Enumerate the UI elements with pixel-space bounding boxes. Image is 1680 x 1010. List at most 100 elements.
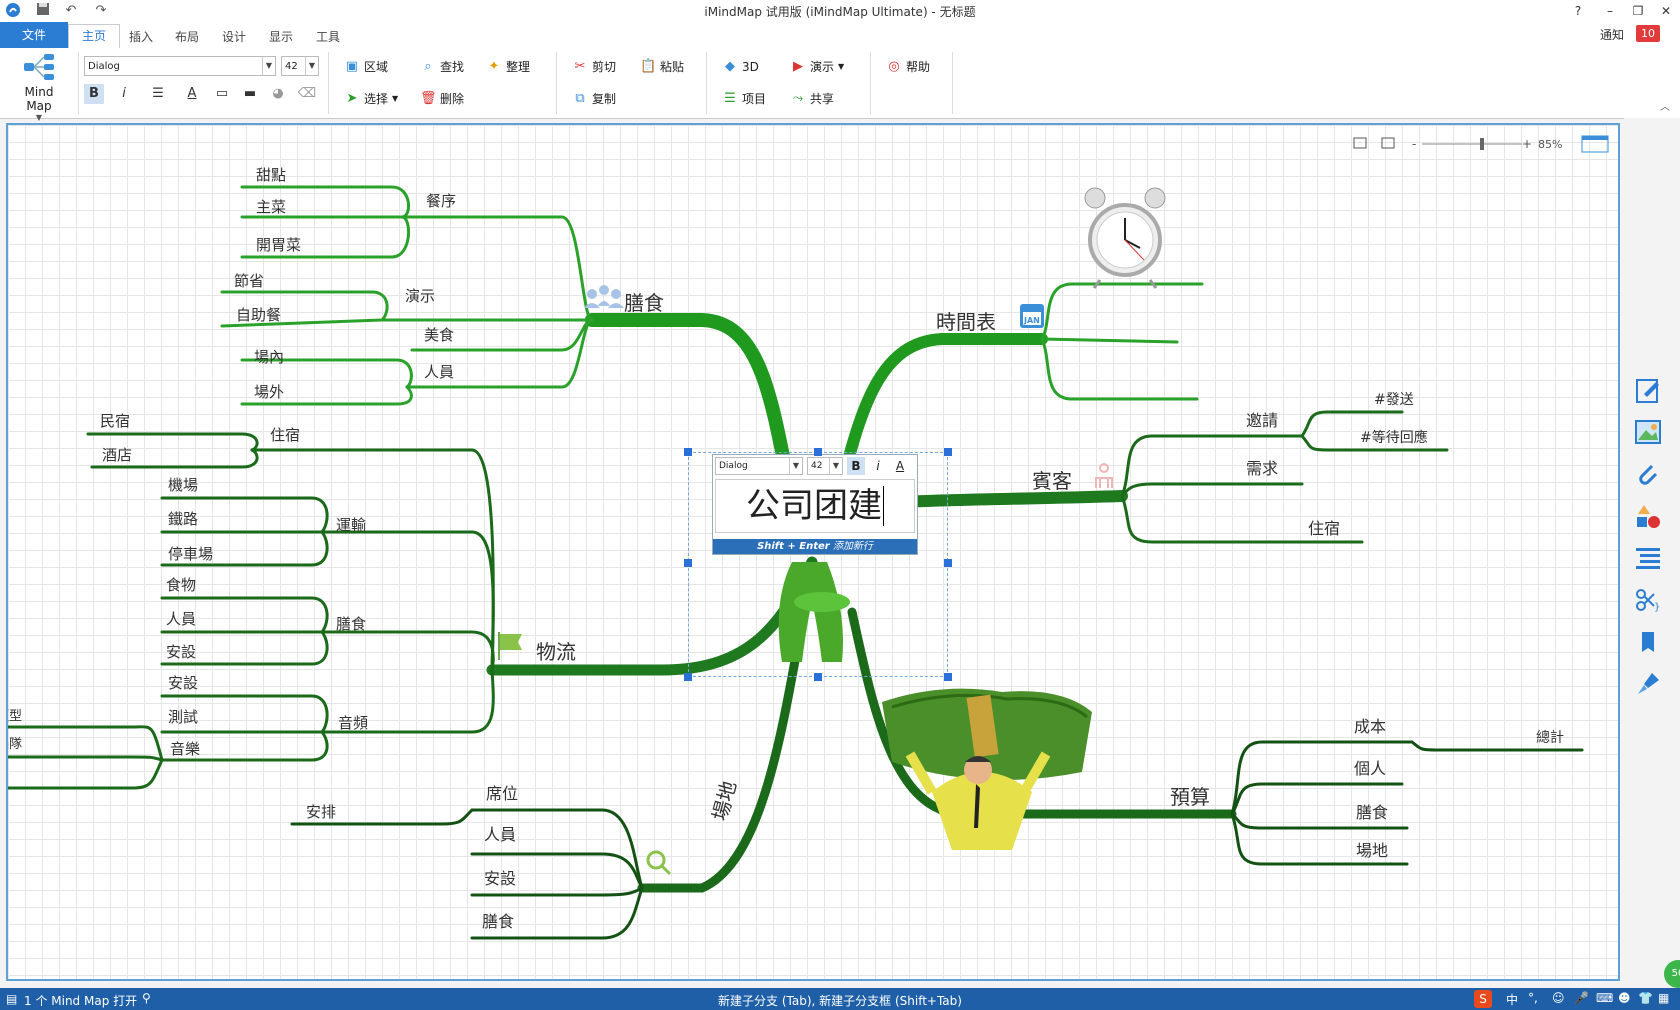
3d-button[interactable]: ◆ 3D [722,56,759,78]
border-icon[interactable]: ▬ [240,84,260,104]
copy-button[interactable]: ⧉ 复制 [572,88,616,110]
delete-button[interactable]: 🗑 删除 [420,88,464,110]
find-button[interactable]: ⌕ 查找 [420,56,464,78]
emoji-icon[interactable]: ☺ [1552,991,1565,1005]
node-parking[interactable]: 停車場 [168,545,213,563]
zoom-slider-thumb[interactable] [1480,138,1484,150]
node-arrange[interactable]: 安排 [306,803,336,821]
node-budget-venue[interactable]: 場地 [1356,841,1388,860]
resize-handle[interactable] [684,673,692,681]
node-aud-test[interactable]: 測試 [168,708,198,726]
node-main[interactable]: 主菜 [256,198,286,216]
image-icon[interactable] [1634,418,1664,448]
node-cost[interactable]: 成本 [1354,717,1386,736]
notify-badge[interactable]: 10 [1636,25,1660,42]
grid-icon[interactable]: ▦ [1658,991,1669,1005]
node-aud-music[interactable]: 音樂 [170,740,200,758]
chevron-down-icon[interactable]: ▼ [305,57,318,75]
tab-insert[interactable]: 插入 [124,26,158,48]
help-button[interactable]: ? [1565,2,1591,20]
help-ribbon-button[interactable]: ◎ 帮助 [886,56,930,78]
node-transport[interactable]: 運輸 [336,516,366,534]
node-outside[interactable]: 場外 [254,383,284,401]
resize-handle[interactable] [944,559,952,567]
node-show[interactable]: 演示 [405,287,435,305]
tab-view[interactable]: 显示 [264,26,298,48]
font-color-button[interactable]: A [182,84,202,104]
editor-color-button[interactable]: A [891,457,909,475]
ime-chinese[interactable]: 中 [1506,991,1518,1008]
central-topic-editor[interactable]: Dialog ▼ 42 ▼ B i A 公司团建 Shift + Enter 添… [712,454,918,555]
clear-format-icon[interactable]: ⌫ [297,84,317,104]
paste-button[interactable]: 📋 粘贴 [640,56,684,78]
node-rail[interactable]: 鐵路 [168,510,198,528]
actual-size-icon[interactable] [1381,137,1395,149]
chevron-down-icon[interactable]: ▼ [789,458,802,474]
paperclip-icon[interactable] [1634,460,1664,490]
fit-screen-icon[interactable] [1353,137,1367,149]
node-lodging[interactable]: 住宿 [270,426,300,444]
node-pending[interactable]: #等待回應 [1360,429,1428,446]
snippet-icon[interactable]: } [1634,586,1664,616]
tab-home[interactable]: 主页 [68,24,120,49]
tab-file[interactable]: 文件 [0,22,68,48]
node-needs[interactable]: 需求 [1246,459,1278,478]
close-button[interactable]: ✕ [1653,2,1679,20]
outline-icon[interactable] [1634,544,1664,574]
minimize-button[interactable]: – [1597,2,1623,20]
branch-label-schedule[interactable]: 時間表 [936,310,996,334]
node-people[interactable]: 人員 [484,825,516,844]
node-airport[interactable]: 機場 [168,476,198,494]
font-family-select[interactable]: Dialog ▼ [84,56,276,76]
cut-button[interactable]: ✂ 剪切 [572,56,616,78]
node-guest-lodging[interactable]: 住宿 [1308,519,1340,538]
node-setup[interactable]: 安設 [484,869,516,888]
notify-label[interactable]: 通知 [1600,26,1624,43]
user-icon[interactable]: ☻ [1618,991,1631,1005]
shapes-icon[interactable] [1634,502,1664,532]
ime-logo-icon[interactable]: S [1474,990,1492,1008]
node-staff[interactable]: 人員 [424,363,454,381]
node-cat-staff[interactable]: 人員 [166,610,196,628]
share-button[interactable]: ⤳ 共享 [790,88,834,110]
editor-bold-button[interactable]: B [847,457,865,475]
node-venue-food[interactable]: 膳食 [482,912,514,931]
resize-handle[interactable] [684,559,692,567]
node-clip-band[interactable]: 樂隊 [8,736,22,752]
node-clip-type[interactable]: 類型 [8,709,22,724]
bold-button[interactable]: B [84,84,104,104]
branch-label-guests[interactable]: 賓客 [1032,469,1072,493]
node-total[interactable]: 總計 [1536,729,1564,746]
select-button[interactable]: ➤ 选择 ▼ [344,88,399,110]
node-hotel[interactable]: 酒店 [102,446,132,464]
skin-icon[interactable]: 👕 [1638,991,1653,1005]
node-course[interactable]: 餐序 [426,192,456,210]
mindmap-button[interactable]: Mind Map ▼ [10,52,68,122]
node-inside[interactable]: 場內 [254,348,284,366]
editor-italic-button[interactable]: i [869,457,887,475]
node-saving[interactable]: 節省 [234,272,264,290]
node-audio[interactable]: 音頻 [338,714,368,732]
keyboard-icon[interactable]: ⌨ [1596,991,1613,1005]
resize-handle[interactable] [944,448,952,456]
item-button[interactable]: ☰ 项目 [722,88,766,110]
region-button[interactable]: ▣ 区域 [344,56,388,78]
node-personal[interactable]: 個人 [1354,759,1386,778]
node-invite[interactable]: 邀請 [1246,411,1278,430]
node-dessert[interactable]: 甜點 [256,166,286,184]
font-size-select[interactable]: 42 ▼ [281,56,319,76]
branch-label-budget[interactable]: 預算 [1170,785,1210,809]
restore-button[interactable]: ❐ [1625,2,1651,20]
tab-tools[interactable]: 工具 [311,26,345,48]
edit-note-icon[interactable] [1634,376,1664,406]
fill-icon[interactable]: ◕ [268,84,288,104]
mindmap-canvas[interactable]: 膳食 時間表 賓客 物流 場地 預算 餐序 甜點 主菜 開胃菜 演示 節省 自助… [6,123,1620,981]
node-send[interactable]: #發送 [1374,392,1414,408]
node-food[interactable]: 美食 [424,326,454,344]
resize-handle[interactable] [944,673,952,681]
node-seating[interactable]: 席位 [486,784,518,803]
line-style-icon[interactable]: ▭ [212,84,232,104]
node-bnb[interactable]: 民宿 [100,412,130,430]
tag-icon[interactable] [1634,628,1664,658]
tab-design[interactable]: 设计 [217,26,251,48]
